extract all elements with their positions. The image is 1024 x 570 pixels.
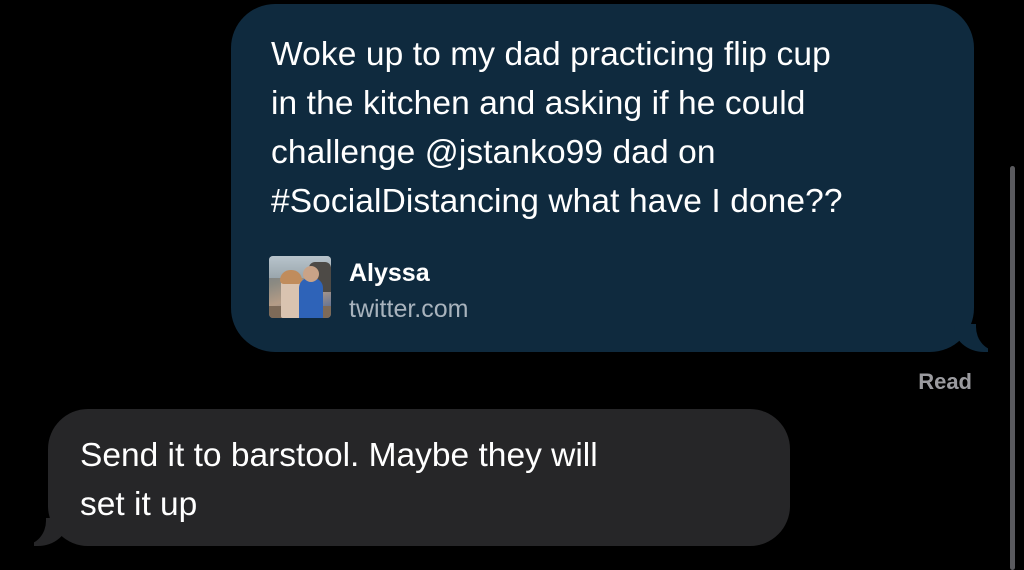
- avatar: [269, 256, 331, 318]
- scrollbar[interactable]: [1010, 166, 1015, 570]
- incoming-message-text: Send it to barstool. Maybe they will set…: [80, 437, 598, 523]
- link-author-name: Alyssa: [349, 259, 430, 287]
- read-receipt: Read: [918, 369, 972, 394]
- messages-thread[interactable]: Woke up to my dad practicing flip cup in…: [0, 0, 1024, 570]
- outgoing-link-preview-bubble[interactable]: Woke up to my dad practicing flip cup in…: [231, 4, 1006, 352]
- avatar-person-left-hair: [280, 270, 302, 284]
- link-domain: twitter.com: [349, 295, 469, 323]
- incoming-message-bubble[interactable]: Send it to barstool. Maybe they will set…: [16, 409, 790, 546]
- link-preview-source[interactable]: Alyssa twitter.com: [269, 256, 669, 323]
- link-preview-text: Woke up to my dad practicing flip cup in…: [271, 36, 843, 220]
- avatar-person-right-head: [303, 266, 319, 282]
- avatar-person-right: [299, 278, 323, 318]
